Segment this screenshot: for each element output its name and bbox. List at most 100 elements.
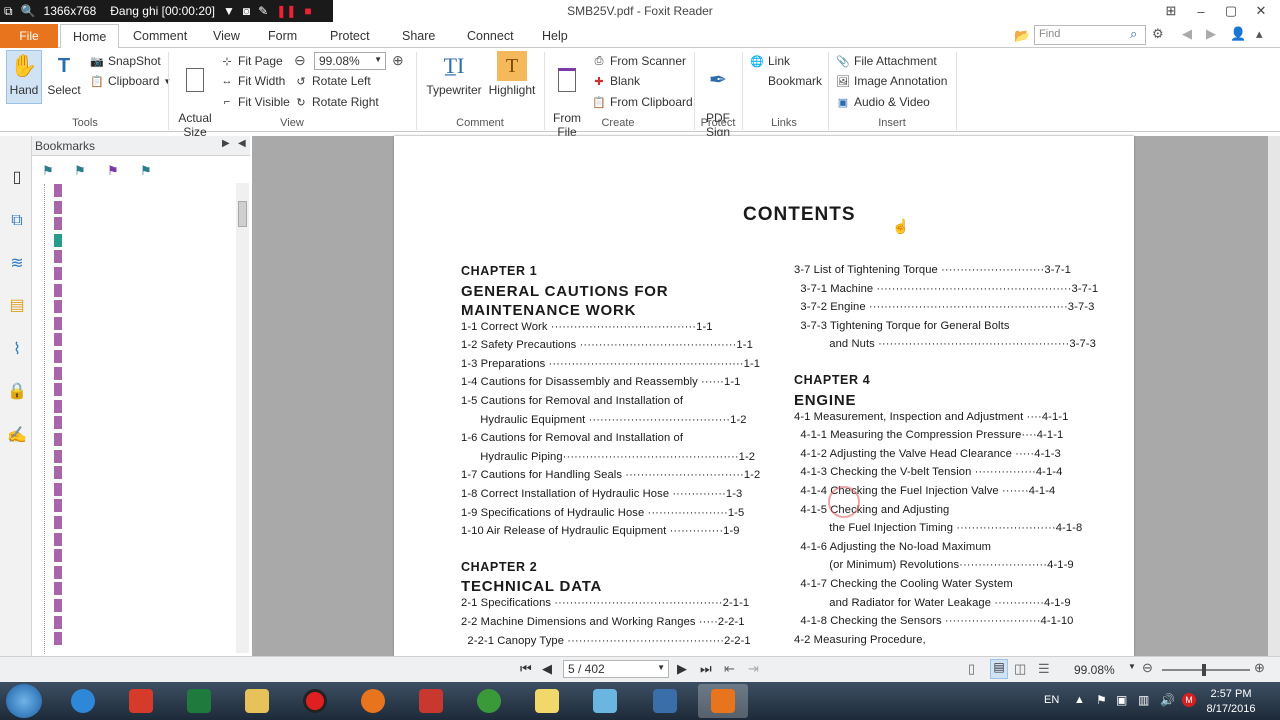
tray-expand-icon[interactable]: ▲ (1074, 694, 1085, 706)
user-icon[interactable]: 👤 (1230, 26, 1246, 42)
bookmark-flag-icon[interactable] (54, 350, 62, 363)
tab-comment[interactable]: Comment (133, 24, 187, 48)
previous-page-icon[interactable]: ◀ (542, 661, 552, 677)
close-button[interactable]: ✕ (1246, 0, 1276, 22)
typewriter-button[interactable]: T̲I Typewriter (424, 51, 484, 97)
zoom-slider-handle[interactable] (1202, 664, 1206, 676)
tab-home[interactable]: Home (60, 24, 120, 49)
taskbar-globe[interactable] (464, 684, 514, 718)
network-icon[interactable]: ▥ (1138, 693, 1149, 707)
comments-icon[interactable]: ▤ (6, 294, 28, 316)
taskbar-app-red[interactable] (406, 684, 456, 718)
bookmark-flag-icon[interactable] (54, 267, 62, 280)
page-number-input[interactable]: 5 / 402 ▼ (563, 660, 669, 678)
bookmark-flag-icon[interactable] (54, 466, 62, 480)
expand-panel-icon[interactable]: ▶ (222, 138, 230, 149)
taskbar-recorder[interactable] (290, 684, 340, 718)
delete-bookmark-icon[interactable]: ⚑ (107, 163, 119, 179)
clock[interactable]: 2:57 PM 8/17/2016 (1196, 687, 1266, 717)
bookmark-flag-icon[interactable] (54, 200, 62, 214)
stop-icon[interactable]: ■ (304, 4, 311, 18)
link-button[interactable]: 🌐 Link (750, 52, 790, 70)
scrollbar-thumb[interactable] (238, 201, 247, 227)
expand-bookmark-icon[interactable]: ⚑ (74, 163, 86, 179)
bookmark-flag-icon[interactable] (54, 333, 62, 347)
gmail-notifier-icon[interactable]: M (1182, 693, 1196, 707)
tab-file[interactable]: File (0, 24, 58, 48)
tab-share[interactable]: Share (402, 24, 435, 48)
bookmark-flag-icon[interactable] (54, 532, 62, 546)
bookmark-flag-icon[interactable] (54, 632, 62, 646)
tray-app-icon[interactable]: ▣ (1116, 693, 1127, 707)
continuous-page-icon[interactable]: ▤ (990, 659, 1008, 679)
bookmark-flag-icon[interactable] (54, 499, 62, 513)
tab-view[interactable]: View (213, 24, 240, 48)
taskbar-ie[interactable] (58, 684, 108, 718)
bookmark-flag-icon[interactable] (54, 482, 62, 496)
bookmark-flag-icon[interactable] (54, 383, 62, 397)
magnifier-icon[interactable]: 🔍 (21, 4, 36, 18)
rotate-left-button[interactable]: ↺ Rotate Left (294, 72, 370, 90)
bookmarks-scrollbar[interactable] (236, 183, 249, 653)
pen-icon[interactable]: ✎ (258, 4, 268, 18)
file-attachment-button[interactable]: 📎 File Attachment (836, 52, 937, 70)
bookmark-flag-icon[interactable] (54, 615, 62, 629)
next-page-icon[interactable]: ▶ (677, 661, 687, 677)
chevron-down-icon[interactable]: ▼ (1128, 662, 1136, 671)
zoom-slider[interactable] (1162, 664, 1250, 676)
forward-icon[interactable]: ▶ (1206, 26, 1216, 42)
language-indicator[interactable]: EN (1044, 694, 1059, 706)
bookmark-flag-icon[interactable] (54, 283, 62, 297)
bookmark-flag-icon[interactable] (54, 366, 62, 380)
bookmark-flag-icon[interactable] (54, 565, 62, 579)
restore-ribbon-icon[interactable]: ⊞ (1156, 0, 1186, 22)
continuous-facing-icon[interactable]: ☰ (1038, 661, 1050, 677)
from-file-button[interactable]: From File (548, 51, 586, 139)
image-annotation-button[interactable]: 🖼 Image Annotation (836, 72, 947, 90)
bookmark-flag-icon[interactable] (54, 300, 62, 314)
bookmark-flag-icon[interactable] (54, 449, 62, 463)
page-thumbnails-icon[interactable]: ▯ (6, 166, 28, 188)
last-page-icon[interactable]: ⏭ (700, 661, 712, 677)
gear-icon[interactable]: ⚙ (1152, 26, 1164, 42)
highlight-button[interactable]: T Highlight (488, 51, 536, 97)
blank-button[interactable]: ✚ Blank (592, 72, 640, 90)
previous-view-icon[interactable]: ⇤ (724, 661, 735, 677)
search-icon[interactable]: ⌕ (1130, 26, 1137, 42)
select-tool-button[interactable]: T Select (46, 51, 82, 98)
bookmark-flag-icon[interactable] (54, 233, 62, 247)
start-button[interactable] (6, 684, 42, 718)
from-clipboard-button[interactable]: 📋 From Clipboard (592, 93, 693, 111)
tab-help[interactable]: Help (542, 24, 568, 48)
actual-size-button[interactable]: Actual Size (176, 51, 214, 139)
taskbar-explorer[interactable] (232, 684, 282, 718)
zoom-out-icon[interactable]: ⊖ (294, 52, 306, 69)
bookmark-flag-icon[interactable] (54, 250, 62, 264)
status-zoom-value[interactable]: 99.08% (1074, 663, 1115, 677)
collapse-panel-icon[interactable]: ◀ (238, 138, 246, 149)
zoom-in-icon[interactable]: ⊕ (392, 52, 404, 69)
bookmark-flag-icon[interactable] (54, 433, 62, 446)
bookmark-flag-icon[interactable] (54, 184, 62, 197)
pause-icon[interactable]: ❚❚ (276, 4, 296, 18)
collapse-ribbon-icon[interactable]: ▴ (1256, 26, 1263, 42)
taskbar-firefox[interactable] (348, 684, 398, 718)
taskbar-acrobat[interactable] (116, 684, 166, 718)
lock-icon[interactable]: 🔒 (6, 380, 28, 402)
facing-pages-icon[interactable]: ◫ (1014, 661, 1026, 677)
dropdown-icon[interactable]: ▼ (223, 4, 235, 18)
taskbar-excel[interactable] (174, 684, 224, 718)
tab-protect[interactable]: Protect (330, 24, 370, 48)
volume-icon[interactable]: 🔊 (1160, 693, 1175, 707)
maximize-button[interactable]: ▢ (1216, 0, 1246, 22)
taskbar-foxit[interactable] (698, 684, 748, 718)
tab-connect[interactable]: Connect (467, 24, 514, 48)
zoom-out-icon[interactable]: ⊖ (1142, 660, 1153, 676)
bookmark-flag-icon[interactable] (54, 549, 62, 563)
bookmark-flag-icon[interactable] (54, 217, 62, 231)
window-icon[interactable]: ⧉ (4, 4, 13, 19)
folder-icon[interactable]: 📂 (1014, 28, 1030, 44)
zoom-in-icon[interactable]: ⊕ (1254, 660, 1265, 676)
flag-icon[interactable]: ⚑ (1096, 693, 1107, 707)
signatures-icon[interactable]: ✍ (6, 424, 28, 446)
